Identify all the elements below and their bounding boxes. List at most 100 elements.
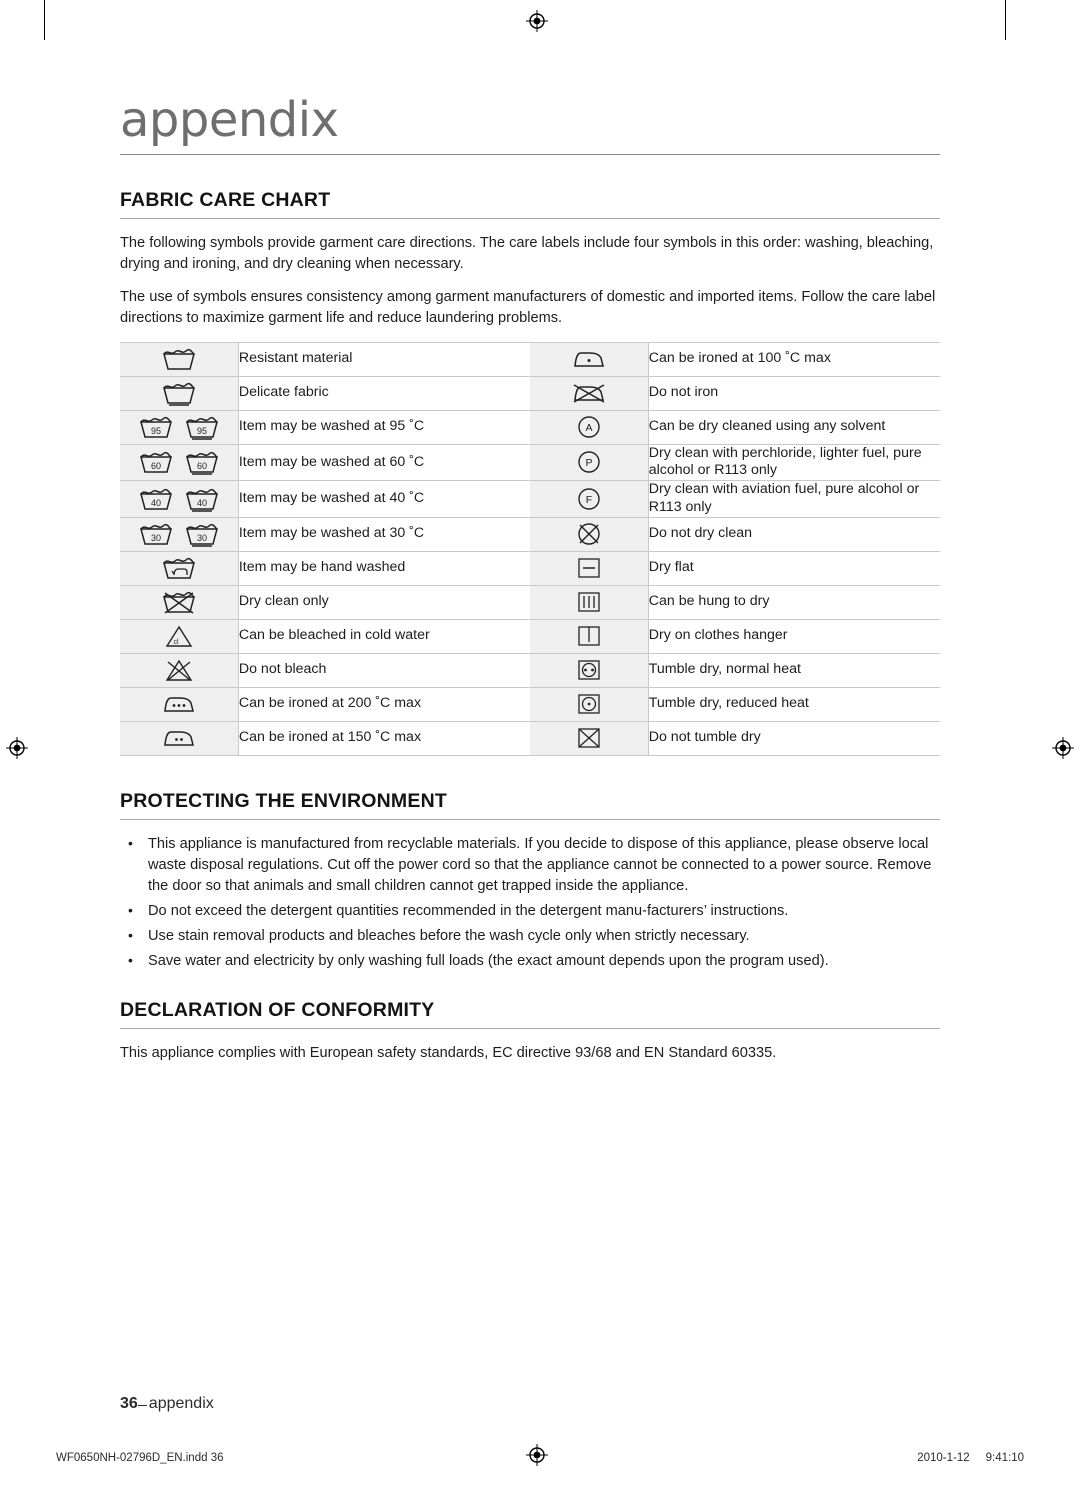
section-divider-3	[120, 1027, 940, 1029]
svg-text:30: 30	[197, 533, 207, 543]
svg-text:A: A	[585, 422, 592, 434]
description-cell: Item may be washed at 40 ˚C	[238, 480, 531, 518]
footer-page-label: appendix	[148, 1395, 214, 1412]
registration-mark-top	[526, 10, 548, 32]
environment-bullet-list: This appliance is manufactured from recy…	[120, 833, 940, 973]
fabric-care-paragraph-1: The following symbols provide garment ca…	[120, 235, 934, 273]
symbol-cell-wash-tub-delicate	[120, 376, 239, 411]
symbol-cell-dryclean-crossed	[530, 517, 649, 552]
symbol-cell-tumble-crossed	[530, 721, 649, 756]
description-cell: Resistant material	[238, 341, 531, 377]
print-date: 2010-1-12	[917, 1452, 970, 1464]
page-title: appendix	[120, 92, 339, 148]
iron-three-dot-icon	[161, 693, 197, 715]
symbol-cell-iron-three-dot	[120, 687, 239, 722]
description-cell: Can be ironed at 100 ˚C max	[647, 341, 940, 377]
symbol-cell-hand-wash	[120, 551, 239, 586]
crop-mark-top-right	[1005, 0, 1006, 40]
wash-tub-resistant-icon	[161, 346, 197, 372]
description-cell: Do not bleach	[238, 653, 531, 688]
registration-mark-left	[6, 737, 28, 759]
description-cell: Do not dry clean	[647, 517, 940, 552]
dry-flat-icon	[575, 554, 603, 582]
description-cell: Dry clean only	[238, 585, 531, 620]
print-filename: WF0650NH-02796D_EN.indd 36	[56, 1452, 224, 1464]
symbol-cell-wash-95: 95 95	[120, 410, 239, 445]
description-cell: Can be ironed at 150 ˚C max	[238, 721, 531, 756]
svg-text:40: 40	[151, 498, 161, 508]
dryclean-A-icon: A	[575, 413, 603, 441]
symbol-cell-iron-crossed	[530, 376, 649, 411]
description-cell: Can be ironed at 200 ˚C max	[238, 687, 531, 722]
symbol-cell-wash-40: 40 40	[120, 480, 239, 518]
description-cell: Do not tumble dry	[647, 721, 940, 756]
no-bleach-icon	[164, 657, 194, 683]
page-footer: 36 appendix	[120, 1395, 214, 1413]
section-heading-fabric-care-chart: FABRIC CARE CHART	[120, 189, 331, 211]
symbol-cell-dryclean-A: A	[530, 410, 649, 445]
table-row: Resistant material Can be ironed at 100 …	[120, 341, 940, 377]
table-row: 30 30 Item may be washed at 30 ˚C Do not…	[120, 517, 940, 552]
description-cell: Item may be hand washed	[238, 551, 531, 586]
list-item: Do not exceed the detergent quantities r…	[120, 900, 940, 922]
description-cell: Dry clean with perchloride, lighter fuel…	[647, 444, 940, 482]
description-cell: Delicate fabric	[238, 376, 531, 411]
svg-text:40: 40	[197, 498, 207, 508]
wash-30-icon: 30	[138, 521, 174, 547]
table-row: Can be ironed at 200 ˚C max Tumble dry, …	[120, 687, 940, 722]
dryclean-P-icon: P	[575, 448, 603, 476]
registration-mark-right	[1052, 737, 1074, 759]
svg-text:P: P	[585, 457, 592, 469]
svg-text:cl: cl	[173, 639, 179, 646]
table-row: 40 40 Item may be washed at 40 ˚C F Dry …	[120, 480, 940, 518]
title-divider	[120, 154, 940, 155]
page-content: appendix FABRIC CARE CHART The following…	[120, 96, 940, 1076]
table-row: Item may be hand washed Dry flat	[120, 551, 940, 586]
list-item: Use stain removal products and bleaches …	[120, 925, 940, 947]
symbol-cell-tumble-normal	[530, 653, 649, 688]
symbol-cell-drip-dry-hanger	[530, 619, 649, 654]
section-divider-1	[120, 218, 940, 219]
tumble-normal-icon	[575, 656, 603, 684]
description-cell: Item may be washed at 60 ˚C	[238, 444, 531, 482]
section-heading-declaration-of-conformity: DECLARATION OF CONFORMITY	[120, 998, 435, 1021]
fabric-care-paragraph-2: The use of symbols ensures consistency a…	[120, 289, 936, 327]
svg-text:60: 60	[197, 461, 207, 471]
dryclean-only-icon	[161, 589, 197, 615]
dryclean-F-icon: F	[575, 485, 603, 513]
table-row: Delicate fabric Do not iron	[120, 376, 940, 411]
wash-tub-delicate-icon	[161, 380, 197, 406]
table-row: Can be ironed at 150 ˚C max Do not tumbl…	[120, 721, 940, 756]
wash-95-bar-icon: 95	[184, 414, 220, 440]
section-heading-protecting-the-environment: PROTECTING THE ENVIRONMENT	[120, 789, 447, 812]
symbol-cell-tumble-reduced	[530, 687, 649, 722]
description-cell: Do not iron	[647, 376, 940, 411]
tumble-crossed-icon	[575, 724, 603, 752]
wash-60-bar-icon: 60	[184, 449, 220, 476]
wash-40-icon: 40	[138, 486, 174, 512]
registration-mark-bottom	[526, 1444, 548, 1466]
symbol-cell-dryclean-F: F	[530, 480, 649, 518]
tumble-reduced-icon	[575, 690, 603, 718]
hand-wash-icon	[161, 555, 197, 581]
print-time: 9:41:10	[985, 1452, 1024, 1464]
fabric-care-table: Resistant material Can be ironed at 100 …	[120, 341, 940, 756]
wash-30-bar-icon: 30	[184, 521, 220, 547]
symbol-cell-hang-to-dry	[530, 585, 649, 620]
hang-to-dry-icon	[575, 588, 603, 616]
symbol-cell-iron-two-dot	[120, 721, 239, 756]
symbol-cell-wash-30: 30 30	[120, 517, 239, 552]
bleach-cold-icon: cl	[164, 623, 194, 649]
table-row: 60 60 Item may be washed at 60 ˚C P Dry …	[120, 444, 940, 482]
iron-two-dot-icon	[161, 727, 197, 749]
description-cell: Dry flat	[647, 551, 940, 586]
section-divider-2	[120, 818, 940, 820]
description-cell: Can be hung to dry	[647, 585, 940, 620]
symbol-cell-iron-one-dot	[530, 341, 649, 377]
footer-page-number: 36	[120, 1395, 138, 1412]
description-cell: Can be dry cleaned using any solvent	[647, 410, 940, 445]
print-timestamp: 2010-1-12 9:41:10	[917, 1452, 1024, 1464]
footer-underline	[137, 1405, 147, 1406]
svg-text:F: F	[586, 494, 592, 506]
table-row: Dry clean only Can be hung to dry	[120, 585, 940, 620]
